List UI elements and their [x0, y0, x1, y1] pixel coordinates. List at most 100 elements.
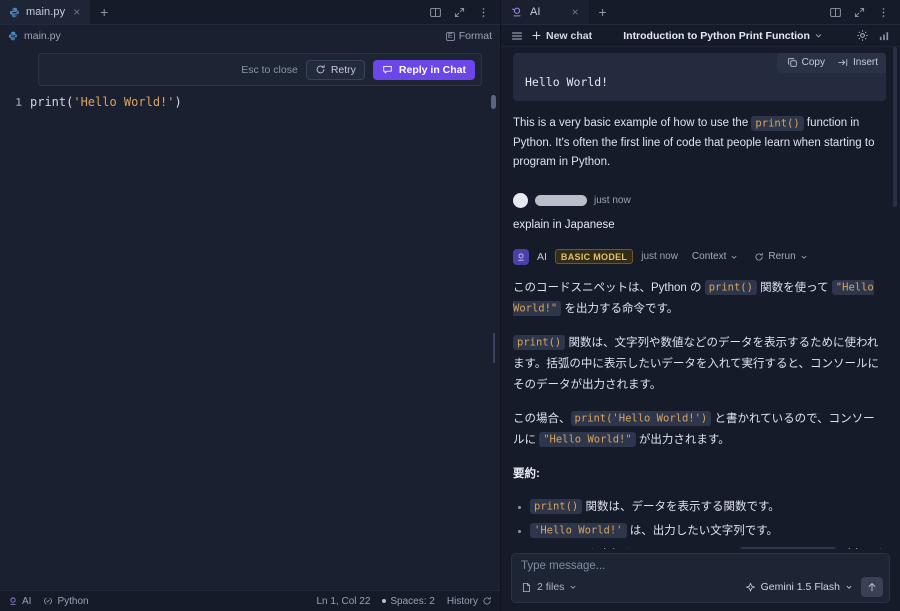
- editor-body[interactable]: Esc to close Retry Reply in Chat 1 print…: [0, 47, 500, 590]
- assistant-answer-paragraph-3: この場合、 print('Hello World!') と書かれているので、コンソ…: [513, 409, 886, 451]
- code-token-string: 'Hello World!': [73, 95, 175, 109]
- retry-button[interactable]: Retry: [305, 59, 365, 80]
- status-history-label: History: [446, 595, 478, 607]
- new-tab-button[interactable]: +: [91, 0, 117, 24]
- status-bar: AI Python Ln 1, Col 22 Spaces: 2 History: [0, 590, 500, 611]
- close-icon[interactable]: ×: [570, 6, 581, 18]
- esc-to-close-label: Esc to close: [241, 63, 298, 76]
- avatar: [513, 192, 528, 208]
- code-content: print('Hello World!'): [30, 93, 182, 112]
- editor-vertical-scrollbar[interactable]: [491, 95, 496, 109]
- editor-pane-resize-handle[interactable]: [493, 333, 495, 363]
- insert-button[interactable]: Insert: [837, 57, 878, 68]
- status-cursor-position[interactable]: Ln 1, Col 22: [316, 596, 370, 607]
- assistant-code-block: Copy Insert Hello World!: [513, 53, 886, 101]
- list-menu-icon[interactable]: [509, 28, 525, 44]
- inline-code-hello-world: "Hello World!": [539, 432, 636, 447]
- rerun-dropdown[interactable]: Rerun: [754, 251, 807, 262]
- answer-p1-a: このコードスニペットは、Python の: [513, 281, 705, 294]
- user-message-timestamp: just now: [594, 194, 631, 206]
- bullet-text: は、出力したい文字列です。: [626, 524, 779, 537]
- answer-p2-a: 関数は、文字列や数値などのデータを表示するために使われます。括弧の中に表示したい…: [513, 336, 880, 391]
- status-language[interactable]: Python: [43, 596, 89, 607]
- message-composer[interactable]: Type message... 2 files Gemini 1.5 Flash: [511, 553, 890, 603]
- new-tab-button[interactable]: +: [590, 0, 616, 24]
- bullet-text-pre: このコードを実行すると、コンソールに: [530, 549, 740, 550]
- more-options-icon[interactable]: [472, 1, 494, 23]
- answer-p3-a: この場合、: [513, 412, 571, 425]
- code-token-function: print: [30, 95, 67, 109]
- chat-title-dropdown[interactable]: Introduction to Python Print Function: [598, 30, 848, 42]
- editor-tab-actions: [424, 0, 500, 24]
- message-input[interactable]: Type message...: [521, 560, 883, 572]
- answer-p1-b: 関数を使って: [756, 281, 832, 294]
- user-message-header: just now: [513, 192, 886, 208]
- assistant-answer-paragraph-1: このコードスニペットは、Python の print() 関数を使って "Hel…: [513, 278, 886, 320]
- context-dropdown[interactable]: Context: [692, 251, 738, 262]
- new-chat-button[interactable]: New chat: [531, 30, 592, 42]
- ai-chat-pane: AI × + New chat Introduction to Python P…: [500, 0, 900, 611]
- status-ai-button[interactable]: AI: [8, 596, 31, 607]
- status-history[interactable]: History: [447, 596, 492, 607]
- answer-p1-c: を出力する命令です。: [561, 302, 679, 315]
- chat-message-list[interactable]: Copy Insert Hello World! This is a very …: [501, 47, 900, 549]
- format-button[interactable]: E Format: [445, 30, 492, 42]
- code-area[interactable]: 1 print('Hello World!'): [0, 93, 500, 590]
- chevron-down-icon: [800, 253, 808, 261]
- breadcrumb: main.py E Format: [0, 25, 500, 47]
- attached-files-dropdown[interactable]: 2 files: [521, 581, 577, 593]
- close-icon[interactable]: ×: [71, 6, 82, 18]
- summary-bullet-list: print() 関数は、データを表示する関数です。 'Hello World!'…: [513, 497, 886, 550]
- answer-p3-c: が出力されます。: [635, 433, 730, 446]
- chevron-down-icon: [730, 253, 738, 261]
- gear-icon[interactable]: [854, 28, 870, 44]
- chat-vertical-scrollbar[interactable]: [893, 47, 897, 207]
- chat-header-icons: [854, 28, 892, 44]
- reply-in-chat-button[interactable]: Reply in Chat: [372, 59, 475, 80]
- send-button[interactable]: [861, 577, 883, 597]
- model-selector[interactable]: Gemini 1.5 Flash: [745, 581, 853, 593]
- bar-chart-icon[interactable]: [876, 28, 892, 44]
- copy-button[interactable]: Copy: [787, 57, 825, 68]
- chevron-down-icon: [814, 31, 823, 40]
- sparkle-icon: [745, 582, 756, 593]
- list-item: print() 関数は、データを表示する関数です。: [530, 497, 886, 518]
- composer-wrapper: Type message... 2 files Gemini 1.5 Flash: [501, 549, 900, 611]
- code-line-1: 1 print('Hello World!'): [0, 93, 500, 112]
- code-token-close-paren: ): [174, 95, 182, 109]
- more-options-icon[interactable]: [872, 1, 894, 23]
- tab-bar-spacer: [117, 0, 424, 24]
- split-editor-icon[interactable]: [824, 1, 846, 23]
- app-root: main.py × + main.py E Format Esc to clos…: [0, 0, 900, 611]
- inline-code-print: print(): [530, 499, 583, 514]
- ai-icon: [511, 6, 523, 18]
- breadcrumb-label[interactable]: main.py: [24, 30, 61, 42]
- context-label: Context: [691, 251, 727, 262]
- expand-icon[interactable]: [448, 1, 470, 23]
- status-ai-label: AI: [22, 595, 32, 607]
- reply-in-chat-label: Reply in Chat: [398, 63, 466, 76]
- list-item: このコードを実行すると、コンソールに "Hello World!" が表示されま…: [530, 545, 886, 550]
- inline-code-print-call: print('Hello World!'): [570, 411, 712, 426]
- inline-code-hello-world: 'Hello World!': [530, 523, 627, 538]
- arrow-up-icon: [866, 581, 878, 593]
- file-icon: [521, 582, 532, 593]
- retry-label: Retry: [330, 63, 356, 76]
- ai-tab[interactable]: AI ×: [501, 0, 590, 24]
- split-editor-icon[interactable]: [424, 1, 446, 23]
- line-number: 1: [15, 96, 22, 109]
- python-icon: [8, 31, 19, 42]
- model-label: Gemini 1.5 Flash: [760, 581, 840, 593]
- assistant-intro-paragraph: This is a very basic example of how to u…: [513, 114, 886, 173]
- editor-tab-main-py[interactable]: main.py ×: [0, 0, 92, 24]
- status-indentation[interactable]: Spaces: 2: [382, 595, 435, 607]
- plus-icon: [531, 30, 542, 41]
- python-icon: [9, 7, 20, 18]
- format-label: Format: [458, 30, 492, 42]
- chevron-down-icon: [845, 583, 853, 591]
- status-spaces-label: Spaces: 2: [390, 595, 435, 607]
- ai-tab-actions: [824, 0, 900, 24]
- ai-avatar-icon: [513, 248, 529, 265]
- expand-icon[interactable]: [848, 1, 870, 23]
- status-badge: BASIC MODEL: [554, 249, 634, 264]
